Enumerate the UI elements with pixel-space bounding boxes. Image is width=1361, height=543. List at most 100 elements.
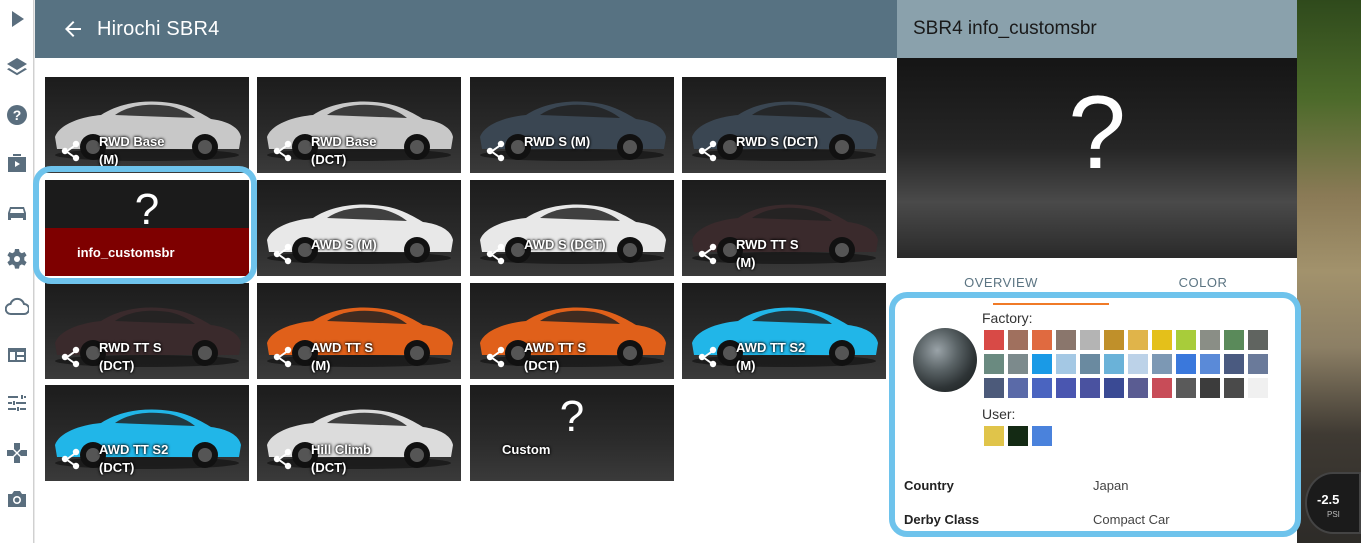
factory-color-swatch[interactable] [1056,378,1076,398]
sliders-icon[interactable] [0,386,34,420]
config-tile[interactable]: RWD S (DCT) [682,77,886,173]
config-label: AWD TT S2 (M) [736,339,805,375]
config-label-line2: (M) [736,255,756,270]
config-tile[interactable]: RWD Base (M) [45,77,249,173]
settings-icon[interactable] [0,242,34,276]
factory-color-swatch[interactable] [1104,330,1124,350]
config-label-line1: RWD Base [311,134,377,149]
factory-color-swatch[interactable] [984,330,1004,350]
factory-color-swatch[interactable] [1224,378,1244,398]
user-color-swatch[interactable] [984,426,1004,446]
factory-color-swatch[interactable] [1152,354,1172,374]
tab-underline [993,303,1109,305]
help-icon[interactable]: ? [0,98,34,132]
factory-color-swatch[interactable] [1056,354,1076,374]
factory-color-swatch[interactable] [1032,330,1052,350]
factory-label: Factory: [982,310,1033,326]
user-color-swatch[interactable] [1032,426,1052,446]
factory-color-swatch[interactable] [1224,354,1244,374]
config-tile[interactable]: ? info_customsbr [45,180,249,276]
factory-color-swatch[interactable] [1224,330,1244,350]
user-label: User: [982,406,1016,422]
config-label: AWD TT S2 (DCT) [99,441,168,477]
factory-color-swatch[interactable] [1248,378,1268,398]
factory-color-swatch[interactable] [1176,378,1196,398]
factory-color-swatch[interactable] [1104,354,1124,374]
factory-color-swatch[interactable] [1200,330,1220,350]
tab-color[interactable]: COLOR [1103,266,1303,306]
config-tile[interactable]: AWD TT S (M) [257,283,461,379]
config-label: info_customsbr [77,244,175,262]
config-tile[interactable]: RWD TT S (DCT) [45,283,249,379]
factory-color-swatch[interactable] [1080,378,1100,398]
factory-color-swatch[interactable] [1008,354,1028,374]
gamepad-icon[interactable] [0,436,34,470]
config-share-icon [271,139,295,163]
config-label: AWD S (M) [311,236,377,254]
config-tile[interactable]: RWD S (M) [470,77,674,173]
factory-color-swatch[interactable] [1176,354,1196,374]
factory-color-swatch[interactable] [984,354,1004,374]
config-label: RWD TT S (DCT) [99,339,162,375]
factory-color-swatch[interactable] [1032,378,1052,398]
play-icon[interactable] [0,2,34,36]
factory-color-swatch[interactable] [1176,330,1196,350]
config-label-line1: AWD TT S [311,340,374,355]
back-arrow-icon[interactable] [61,17,85,41]
prop-country-value: Japan [1093,478,1129,493]
factory-color-swatch[interactable] [1128,330,1148,350]
layers-icon[interactable] [0,50,34,84]
config-tile[interactable]: RWD TT S (M) [682,180,886,276]
factory-color-swatch[interactable] [1200,378,1220,398]
camera-icon[interactable] [0,482,34,516]
factory-color-swatch[interactable] [1200,354,1220,374]
config-tile[interactable]: AWD S (DCT) [470,180,674,276]
config-share-icon [59,447,83,471]
factory-color-swatch[interactable] [1008,378,1028,398]
config-label-line1: RWD TT S [99,340,162,355]
factory-color-swatch[interactable] [984,378,1004,398]
config-tile[interactable]: AWD TT S2 (M) [682,283,886,379]
config-tile[interactable]: RWD Base (DCT) [257,77,461,173]
factory-color-swatch[interactable] [1104,378,1124,398]
config-tile[interactable]: AWD TT S (DCT) [470,283,674,379]
factory-color-swatch[interactable] [1080,354,1100,374]
config-label-line2: (M) [99,152,119,167]
factory-color-swatch[interactable] [1008,330,1028,350]
config-label-line2: (DCT) [524,358,560,373]
app-root: ? Hirochi SBR4 RWD Base (M) RWD Base (DCT) R… [0,0,1361,543]
tab-overview[interactable]: OVERVIEW [901,266,1101,306]
config-label-line2: (DCT) [311,152,347,167]
config-label: RWD S (DCT) [736,133,818,151]
config-label-line1: AWD S (M) [311,237,377,252]
unknown-preview-icon: ? [1068,75,1126,191]
config-label-line1: RWD TT S [736,237,799,252]
car-icon[interactable] [0,196,34,230]
factory-color-swatch[interactable] [1248,354,1268,374]
cloud-icon[interactable] [0,290,34,324]
dashboard-icon[interactable] [0,338,34,372]
factory-color-swatch[interactable] [1032,354,1052,374]
factory-color-swatch[interactable] [1080,330,1100,350]
media-icon[interactable] [0,146,34,180]
gauge-value: -2.5 [1317,492,1340,507]
config-tile[interactable]: AWD S (M) [257,180,461,276]
config-share-icon [484,139,508,163]
factory-color-swatch[interactable] [1056,330,1076,350]
config-label-line1: info_customsbr [77,245,175,260]
config-label-line1: AWD TT S [524,340,587,355]
config-label-line1: AWD TT S2 [736,340,806,355]
config-share-icon [696,242,720,266]
config-tile[interactable]: AWD TT S2 (DCT) [45,385,249,481]
factory-color-swatch[interactable] [1152,330,1172,350]
user-color-swatch[interactable] [1008,426,1028,446]
config-tile[interactable]: ? Custom [470,385,674,481]
factory-color-swatch[interactable] [1152,378,1172,398]
config-label: RWD Base (DCT) [311,133,377,169]
factory-color-swatch[interactable] [1128,378,1148,398]
config-share-icon [59,139,83,163]
factory-color-swatch[interactable] [1128,354,1148,374]
factory-color-swatch[interactable] [1248,330,1268,350]
config-tile[interactable]: Hill Climb (DCT) [257,385,461,481]
config-label-line1: Hill Climb [311,442,371,457]
